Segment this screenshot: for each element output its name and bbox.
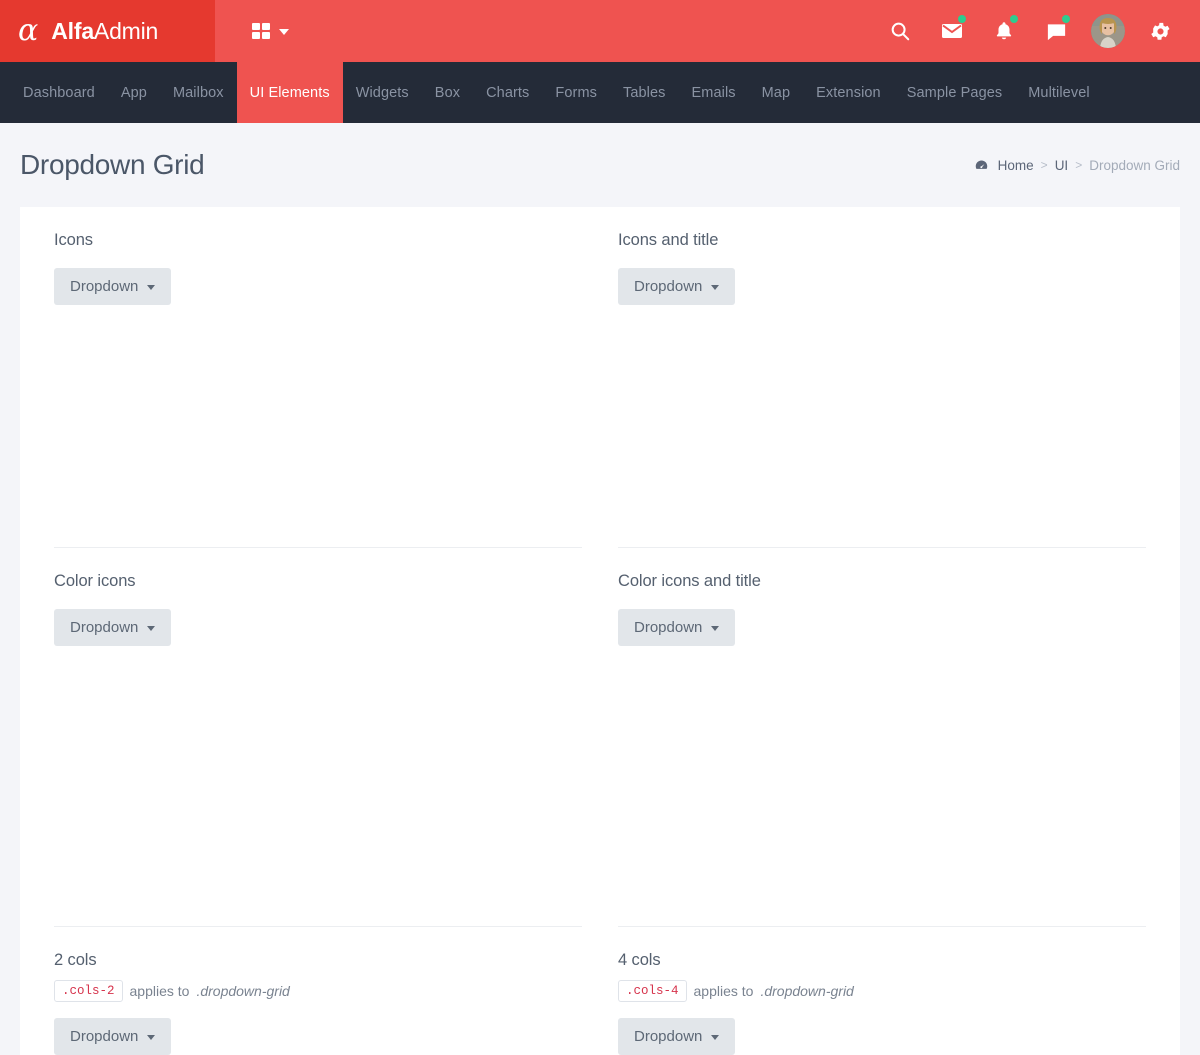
code-badge-cols-4: .cols-4 <box>618 980 687 1002</box>
brand-title-light: Admin <box>94 18 158 44</box>
brand-logo[interactable]: α AlfaAdmin <box>0 0 215 62</box>
code-badge-cols-2: .cols-2 <box>54 980 123 1002</box>
nav-item-widgets[interactable]: Widgets <box>343 62 422 123</box>
section-divider <box>618 547 1146 548</box>
caret-down-icon <box>711 285 719 290</box>
nav-item-app[interactable]: App <box>108 62 160 123</box>
section-subtitle: .cols-4 applies to .dropdown-grid <box>618 980 1146 1002</box>
section-divider <box>54 926 582 927</box>
section-subtitle: .cols-2 applies to .dropdown-grid <box>54 980 582 1002</box>
section-icons: Icons Dropdown <box>36 231 600 547</box>
nav-item-emails[interactable]: Emails <box>679 62 749 123</box>
applies-target: .dropdown-grid <box>760 983 853 999</box>
nav-item-sample-pages[interactable]: Sample Pages <box>894 62 1016 123</box>
applies-target: .dropdown-grid <box>196 983 289 999</box>
section-icons-and-title: Icons and title Dropdown <box>600 231 1164 547</box>
gear-icon[interactable] <box>1134 0 1186 62</box>
chat-icon[interactable] <box>1030 0 1082 62</box>
breadcrumb-home[interactable]: Home <box>998 158 1034 173</box>
section-title: Icons and title <box>618 231 1146 250</box>
dropdown-button-color-icons[interactable]: Dropdown <box>54 609 171 646</box>
dropdown-button-color-icons-and-title[interactable]: Dropdown <box>618 609 735 646</box>
brand-title: AlfaAdmin <box>51 18 158 45</box>
header-left-tools <box>215 0 874 62</box>
nav-item-charts[interactable]: Charts <box>473 62 542 123</box>
dropdown-button-label: Dropdown <box>70 279 138 294</box>
main-navigation: DashboardAppMailboxUI ElementsWidgetsBox… <box>0 62 1200 123</box>
section-row-2: Color icons Dropdown Color icons and tit… <box>36 548 1164 926</box>
applies-text: applies to <box>694 983 754 999</box>
section-title: 2 cols <box>54 951 582 970</box>
dropdown-button-label: Dropdown <box>70 620 138 635</box>
nav-item-multilevel[interactable]: Multilevel <box>1015 62 1102 123</box>
search-icon[interactable] <box>874 0 926 62</box>
dropdown-button-label: Dropdown <box>634 1029 702 1044</box>
top-header: α AlfaAdmin <box>0 0 1200 62</box>
dropdown-button-cols-2[interactable]: Dropdown <box>54 1018 171 1055</box>
dropdown-button-cols-4[interactable]: Dropdown <box>618 1018 735 1055</box>
nav-item-mailbox[interactable]: Mailbox <box>160 62 237 123</box>
grid-menu-toggle[interactable] <box>248 17 293 45</box>
section-row-3: 2 cols .cols-2 applies to .dropdown-grid… <box>36 927 1164 1055</box>
notification-badge <box>1010 15 1018 23</box>
caret-down-icon <box>147 285 155 290</box>
dropdown-button-label: Dropdown <box>634 620 702 635</box>
nav-item-forms[interactable]: Forms <box>542 62 610 123</box>
breadcrumb: Home > UI > Dropdown Grid <box>974 158 1180 173</box>
caret-down-icon <box>711 626 719 631</box>
section-title: Color icons and title <box>618 572 1146 591</box>
mail-icon[interactable] <box>926 0 978 62</box>
brand-title-bold: Alfa <box>51 18 94 44</box>
chevron-down-icon <box>279 29 289 35</box>
page-header: Dropdown Grid Home > UI > Dropdown Grid <box>0 123 1200 207</box>
breadcrumb-current: Dropdown Grid <box>1089 158 1180 173</box>
nav-item-dashboard[interactable]: Dashboard <box>10 62 108 123</box>
nav-item-map[interactable]: Map <box>749 62 804 123</box>
section-cols-4: 4 cols .cols-4 applies to .dropdown-grid… <box>600 951 1164 1055</box>
section-title: Icons <box>54 231 582 250</box>
dropdown-button-icons-and-title[interactable]: Dropdown <box>618 268 735 305</box>
page-title: Dropdown Grid <box>20 149 204 181</box>
message-badge <box>1062 15 1070 23</box>
dropdown-button-label: Dropdown <box>70 1029 138 1044</box>
caret-down-icon <box>711 1035 719 1040</box>
user-avatar[interactable] <box>1082 0 1134 62</box>
caret-down-icon <box>147 626 155 631</box>
caret-down-icon <box>147 1035 155 1040</box>
header-action-icons <box>874 0 1200 62</box>
section-divider <box>54 547 582 548</box>
breadcrumb-separator: > <box>1075 158 1082 172</box>
dropdown-button-label: Dropdown <box>634 279 702 294</box>
breadcrumb-ui[interactable]: UI <box>1055 158 1069 173</box>
divider-row-2 <box>36 926 1164 927</box>
grid-squares-icon <box>252 23 270 39</box>
applies-text: applies to <box>130 983 190 999</box>
dropdown-button-icons[interactable]: Dropdown <box>54 268 171 305</box>
avatar-image <box>1091 14 1125 48</box>
section-color-icons-and-title: Color icons and title Dropdown <box>600 572 1164 926</box>
section-cols-2: 2 cols .cols-2 applies to .dropdown-grid… <box>36 951 600 1055</box>
nav-item-ui-elements[interactable]: UI Elements <box>237 62 343 123</box>
section-color-icons: Color icons Dropdown <box>36 572 600 926</box>
section-divider <box>618 926 1146 927</box>
alpha-logo-icon: α <box>18 16 38 46</box>
nav-item-box[interactable]: Box <box>422 62 473 123</box>
dropdown-grid-card: Icons Dropdown Icons and title Dropdown … <box>20 207 1180 1055</box>
section-title: 4 cols <box>618 951 1146 970</box>
section-title: Color icons <box>54 572 582 591</box>
nav-item-tables[interactable]: Tables <box>610 62 679 123</box>
section-row-1: Icons Dropdown Icons and title Dropdown <box>36 231 1164 547</box>
divider-row-1 <box>36 547 1164 548</box>
dashboard-icon <box>974 158 989 173</box>
nav-item-extension[interactable]: Extension <box>803 62 894 123</box>
mail-unread-badge <box>958 15 966 23</box>
bell-icon[interactable] <box>978 0 1030 62</box>
breadcrumb-separator: > <box>1041 158 1048 172</box>
